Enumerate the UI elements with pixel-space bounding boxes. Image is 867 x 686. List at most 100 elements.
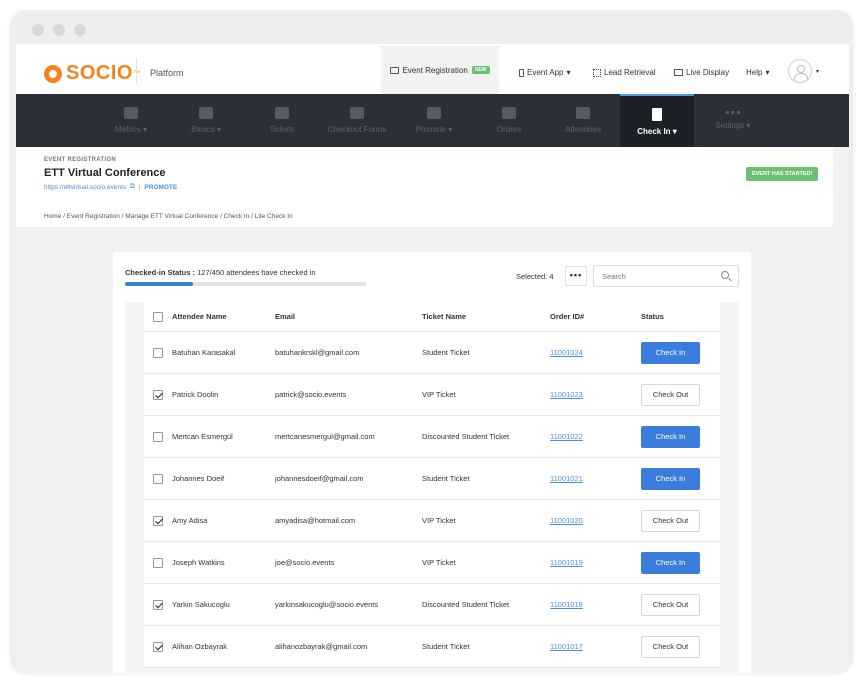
promote-link[interactable]: PROMOTE [144,184,177,191]
header-status[interactable]: Status [641,302,664,331]
table-row[interactable]: Mertcan Esmergül mertcanesmergul@gmail.co… [144,416,720,458]
tab-attendees[interactable]: Attendees [556,94,610,147]
row-checkbox[interactable] [153,473,163,484]
header-email[interactable]: Email [275,302,295,331]
avatar[interactable] [788,59,812,83]
event-url-link[interactable]: https://ettvirtual.socio.events [44,184,126,191]
ticket-name: Student Ticket [422,642,470,651]
external-link-icon[interactable]: ⧉ [130,183,135,191]
row-checkbox[interactable] [153,641,163,652]
table-header-row: Attendee Name Email Ticket Name Order ID… [144,302,720,332]
check-in-button[interactable]: Check In [641,467,700,490]
window-dot[interactable] [53,24,65,36]
checkin-status: Checked-in Status : 127/450 attendees ha… [125,268,316,277]
attendee-name: Patrick Doolin [172,390,219,399]
nav-live-display-label: Live Display [686,68,730,77]
socio-logo[interactable]: SOCIO ™ [44,62,140,85]
more-actions-button[interactable]: ••• [565,266,587,286]
row-checkbox[interactable] [153,431,163,442]
table-row[interactable]: Patrick Doolin patrick@socio.events VIP Ti… [144,374,720,416]
attendee-email: amyadisa@hotmail.com [275,516,356,525]
tag-icon [427,107,441,119]
attendee-email: mertcanesmergul@gmail.com [275,432,375,441]
ticket-name: VIP Ticket [422,516,456,525]
tab-check-in[interactable]: Check In ▾ [620,94,694,147]
check-in-button[interactable]: Check In [641,551,700,574]
header-order-id[interactable]: Order ID# [550,302,584,331]
tab-tickets[interactable]: Tickets [256,94,308,147]
nav-help[interactable]: Help ▾ [746,68,769,77]
window-dot[interactable] [74,24,86,36]
monitor-icon [674,69,683,76]
ticket-name: Student Ticket [422,348,470,357]
order-id-link[interactable]: 11001017 [550,642,583,651]
check-out-button[interactable]: Check Out [641,635,700,658]
ticket-name: Discounted Student Ticket [422,432,510,441]
check-in-button[interactable]: Check In [641,425,700,448]
search-input[interactable] [593,265,739,287]
nav-lead-retrieval[interactable]: Lead Retrieval [593,68,656,77]
table-row[interactable]: Batuhan Karasakal batuhankrskl@gmail.com S… [144,332,720,374]
tab-metrics[interactable]: Metrics ▾ [102,94,160,147]
header-ticket-name[interactable]: Ticket Name [422,302,466,331]
check-out-button[interactable]: Check Out [641,593,700,616]
selected-count: Selected: 4 [516,272,554,281]
select-all-checkbox[interactable] [153,311,163,322]
check-out-button[interactable]: Check Out [641,509,700,532]
tab-checkout-forms[interactable]: Checkout Forms [321,94,393,147]
nav-event-registration[interactable]: Event Registration NEW [381,46,499,94]
chevron-down-icon[interactable]: ▾ [816,68,819,75]
table-row[interactable]: Amy Adisa amyadisa@hotmail.com VIP Ticket 1… [144,500,720,542]
logo-text: SOCIO [66,62,133,84]
breadcrumb[interactable]: Home / Event Registration / Manage ETT V… [44,213,293,220]
progress-fill [125,282,194,286]
chevron-down-icon: ▾ [566,68,571,77]
order-id-link[interactable]: 11001023 [550,390,583,399]
row-checkbox[interactable] [153,557,163,568]
app: SOCIO ™ Platform Event Registration NEW … [16,44,849,673]
nav-event-registration-label: Event Registration [402,65,468,75]
window-dot[interactable] [32,24,44,36]
attendees-icon [576,107,590,119]
tab-settings[interactable]: Settings ▾ [704,94,762,147]
search-icon[interactable] [721,271,729,279]
new-badge: NEW [471,66,490,74]
tab-orders[interactable]: Orders [484,94,534,147]
table-row[interactable]: Yarkin Sakucoglu yarkinsakucoglu@socio.ev… [144,584,720,626]
attendee-email: batuhankrskl@gmail.com [275,348,360,357]
order-id-link[interactable]: 11001018 [550,600,583,609]
window-controls [32,24,86,36]
table-row[interactable]: Alihan Ozbayrak alihanozbayrak@gmail.com S… [144,626,720,668]
nav-lead-retrieval-label: Lead Retrieval [604,68,656,77]
tab-promote[interactable]: Promote ▾ [408,94,460,147]
check-in-button[interactable]: Check In [641,341,700,364]
row-checkbox[interactable] [153,389,163,400]
nav-event-app[interactable]: Event App ▾ [519,68,571,77]
attendee-email: joe@socio.events [275,558,335,567]
ticket-name: Discounted Student Ticket [422,600,510,609]
header-attendee-name[interactable]: Attendee Name [172,302,227,331]
table-row[interactable]: Johannes Doeif johannesdoeif@gmail.com Stu… [144,458,720,500]
row-checkbox[interactable] [153,347,163,358]
row-checkbox[interactable] [153,515,163,526]
order-id-link[interactable]: 11001021 [550,474,583,483]
scrollbar[interactable] [833,147,849,227]
attendee-name: Amy Adisa [172,516,208,525]
order-id-link[interactable]: 11001022 [550,432,583,441]
chevron-down-icon: ▾ [765,68,770,77]
check-out-button[interactable]: Check Out [641,383,700,406]
order-id-link[interactable]: 11001024 [550,348,583,357]
form-icon [350,107,364,119]
checkin-progress-bar [125,282,367,286]
order-id-link[interactable]: 11001019 [550,558,583,567]
attendee-table: Attendee Name Email Ticket Name Order ID… [144,302,720,668]
row-checkbox[interactable] [153,599,163,610]
attendee-name: Yarkin Sakucoglu [172,600,230,609]
info-icon [199,107,213,119]
order-id-link[interactable]: 11001020 [550,516,583,525]
tab-basics[interactable]: Basics ▾ [176,94,236,147]
registration-icon [390,66,400,74]
table-row[interactable]: Joseph Watkins joe@socio.events VIP Ticket… [144,542,720,584]
nav-live-display[interactable]: Live Display [674,68,729,77]
attendee-email: alihanozbayrak@gmail.com [275,642,368,651]
